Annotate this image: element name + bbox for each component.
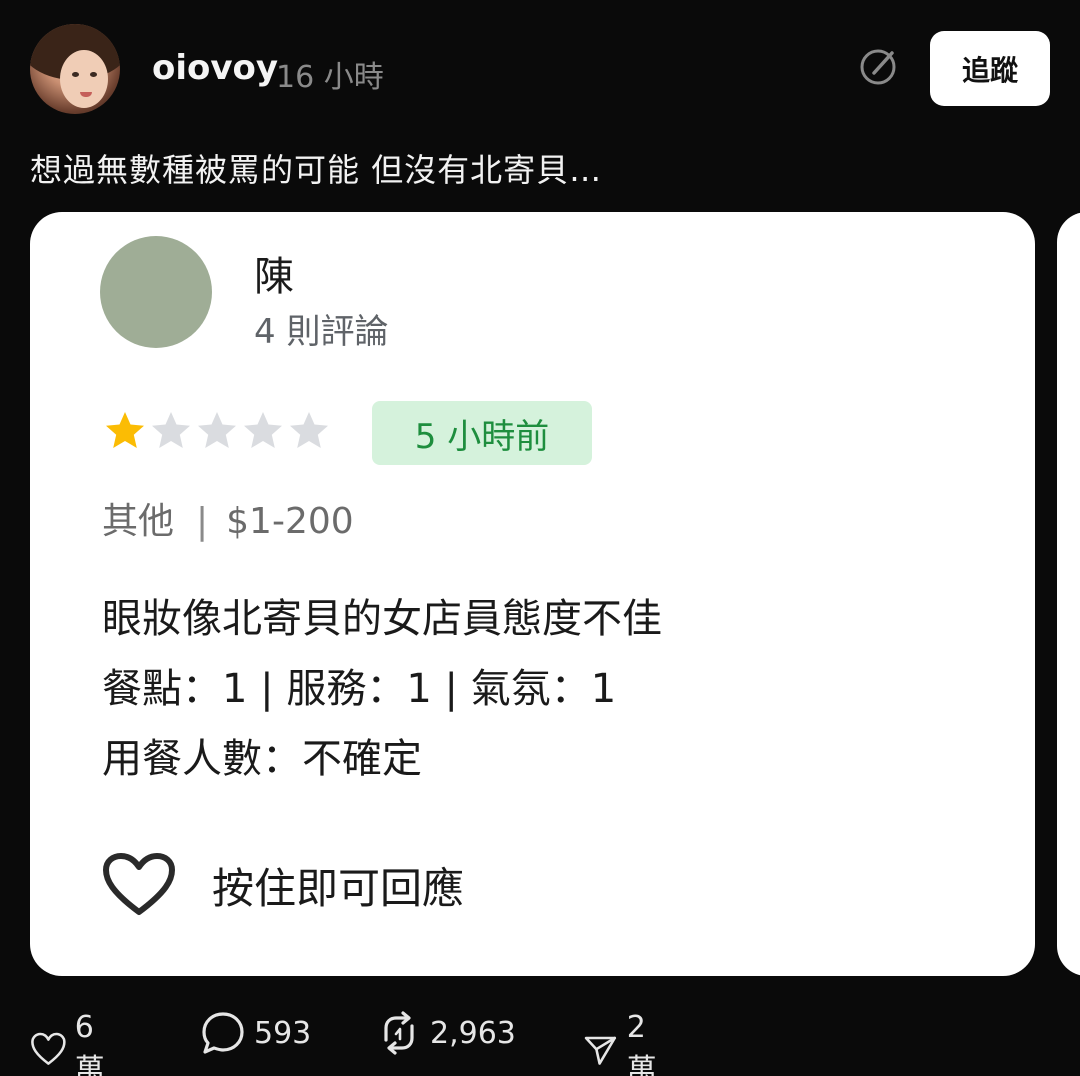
star-empty-icon bbox=[198, 412, 236, 448]
review-category: 其他 bbox=[102, 501, 175, 542]
reviewer-avatar bbox=[100, 236, 212, 348]
like-button[interactable]: 6萬 bbox=[30, 1010, 114, 1076]
star-empty-icon bbox=[244, 412, 282, 448]
heart-icon bbox=[31, 1032, 66, 1065]
repost-count: 2,963 bbox=[430, 1015, 516, 1051]
star-rating bbox=[102, 408, 332, 454]
comment-count: 593 bbox=[254, 1015, 312, 1051]
review-time-badge: 5 小時前 bbox=[372, 401, 592, 465]
star-empty-icon bbox=[152, 412, 190, 448]
post-caption: 想過無數種被罵的可能 但沒有北寄貝… bbox=[30, 151, 603, 189]
edit-circle-icon[interactable] bbox=[858, 45, 900, 87]
username[interactable]: oiovoy bbox=[152, 48, 278, 88]
review-card-image[interactable]: 陳 4 則評論 5 小時前 其他 | $1-200 眼妝像北寄貝的女店員態度不佳 餐… bbox=[30, 212, 1035, 976]
comment-icon bbox=[202, 1012, 244, 1054]
review-count: 4 則評論 bbox=[254, 312, 389, 352]
post-time: 16 小時 bbox=[276, 60, 384, 95]
review-line: 眼妝像北寄貝的女店員態度不佳 bbox=[102, 596, 662, 642]
user-avatar[interactable] bbox=[30, 24, 120, 114]
follow-button[interactable]: 追蹤 bbox=[930, 31, 1050, 106]
repost-icon bbox=[384, 1011, 414, 1055]
reviewer-name: 陳 bbox=[254, 254, 294, 300]
threads-post: oiovoy 16 小時 追蹤 想過無數種被罵的可能 但沒有北寄貝… 陳 4 則… bbox=[0, 0, 1080, 1076]
send-icon bbox=[584, 1036, 617, 1065]
star-empty-icon bbox=[290, 412, 328, 448]
comment-button[interactable]: 593 bbox=[200, 1010, 311, 1056]
review-meta: 其他 | $1-200 bbox=[102, 492, 354, 544]
review-price: $1-200 bbox=[226, 501, 354, 542]
star-filled-icon bbox=[106, 412, 144, 448]
heart-outline-icon bbox=[103, 853, 175, 915]
react-label: 按住即可回應 bbox=[212, 863, 465, 913]
react-hint: 按住即可回應 bbox=[102, 852, 464, 918]
share-count: 2萬 bbox=[626, 1010, 657, 1076]
next-image-peek[interactable] bbox=[1057, 212, 1080, 976]
meta-separator: | bbox=[196, 501, 209, 542]
review-line: 用餐人數：不確定 bbox=[102, 736, 422, 782]
like-count: 6萬 bbox=[74, 1010, 105, 1076]
repost-button[interactable]: 2,963 bbox=[376, 1010, 516, 1056]
share-button[interactable]: 2萬 bbox=[582, 1010, 666, 1076]
review-text: 眼妝像北寄貝的女店員態度不佳 餐點：1 | 服務：1 | 氣氛：1 用餐人數：不… bbox=[102, 584, 662, 794]
review-line: 餐點：1 | 服務：1 | 氣氛：1 bbox=[102, 666, 617, 712]
